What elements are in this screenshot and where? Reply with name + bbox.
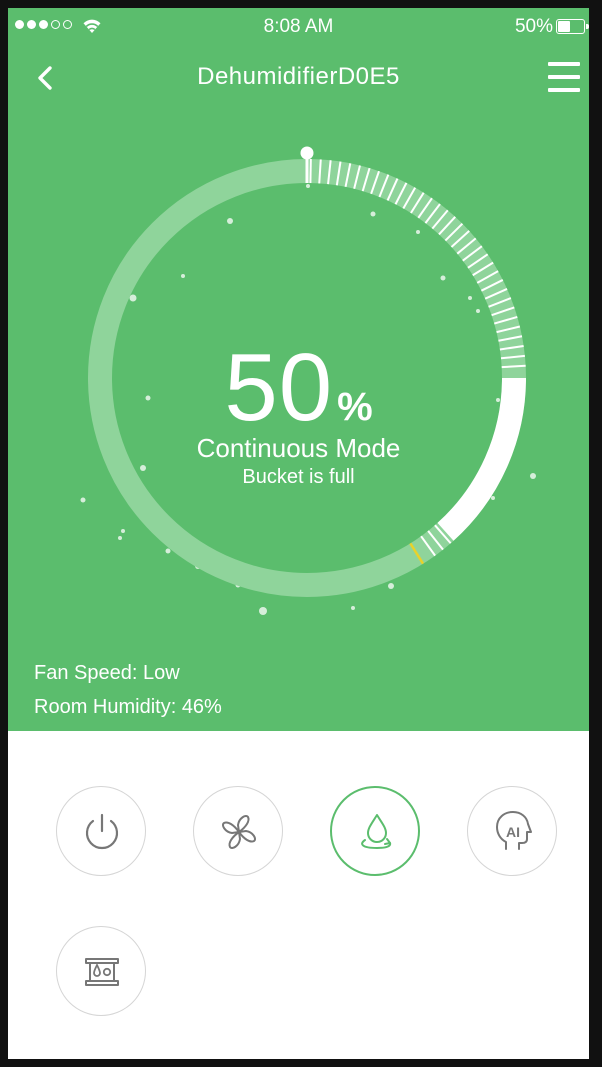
mode-label: Continuous Mode [196, 433, 401, 463]
sparkle-dot [476, 309, 480, 313]
ai-head-icon: AI [496, 811, 532, 850]
sparkle-dot [121, 529, 125, 533]
humidity-percent-value: 50 [224, 334, 334, 441]
device-title: DehumidifierD0E5 [197, 63, 400, 90]
sparkle-dot [118, 536, 122, 540]
dehumidify-mode-button[interactable] [330, 786, 420, 876]
bucket-filter-button[interactable] [56, 926, 146, 1016]
sparkle-dot [468, 296, 472, 300]
sparkle-dot [370, 211, 376, 217]
sparkle-dot [306, 184, 310, 188]
sparkle-dot [181, 274, 185, 278]
sparkle-dot [259, 607, 267, 615]
sparkle-dot [129, 294, 137, 302]
water-drop-mode-icon [361, 814, 392, 850]
bucket-status: Bucket is full [242, 466, 355, 488]
sparkle-dot [440, 275, 446, 281]
status-time: 8:08 AM [263, 16, 334, 37]
fan-icon [222, 815, 256, 849]
battery-level [558, 21, 570, 32]
power-button[interactable] [56, 786, 146, 876]
menu-icon[interactable] [548, 60, 584, 96]
sparkle-dot [165, 548, 171, 554]
dial-marker-handle [300, 146, 314, 160]
fan-speed-button[interactable] [193, 786, 283, 876]
battery-icon [556, 19, 589, 34]
sparkle-dot [416, 230, 420, 234]
ai-mode-button[interactable]: AI [467, 786, 557, 876]
sparkle-dot [491, 496, 495, 500]
humidity-percent-sign: % [337, 385, 373, 429]
status-bar: 8:08 AM 50% [8, 8, 589, 48]
app-screen: 8:08 AM 50% DehumidifierD0E5 50% Continu… [8, 8, 589, 1059]
sparkle-dot [227, 218, 233, 224]
sparkle-dot [80, 497, 86, 503]
bucket-filter-icon [85, 958, 119, 986]
sparkle-dot [388, 583, 394, 589]
humidity-percent: 50% [8, 333, 589, 443]
room-humidity-label: Room Humidity: 46% [34, 696, 222, 718]
fan-speed-label: Fan Speed: Low [34, 662, 180, 684]
battery-percentage: 50% [514, 16, 553, 37]
power-icon [85, 813, 119, 850]
sparkle-dot [351, 606, 355, 610]
svg-text:AI: AI [506, 824, 520, 840]
